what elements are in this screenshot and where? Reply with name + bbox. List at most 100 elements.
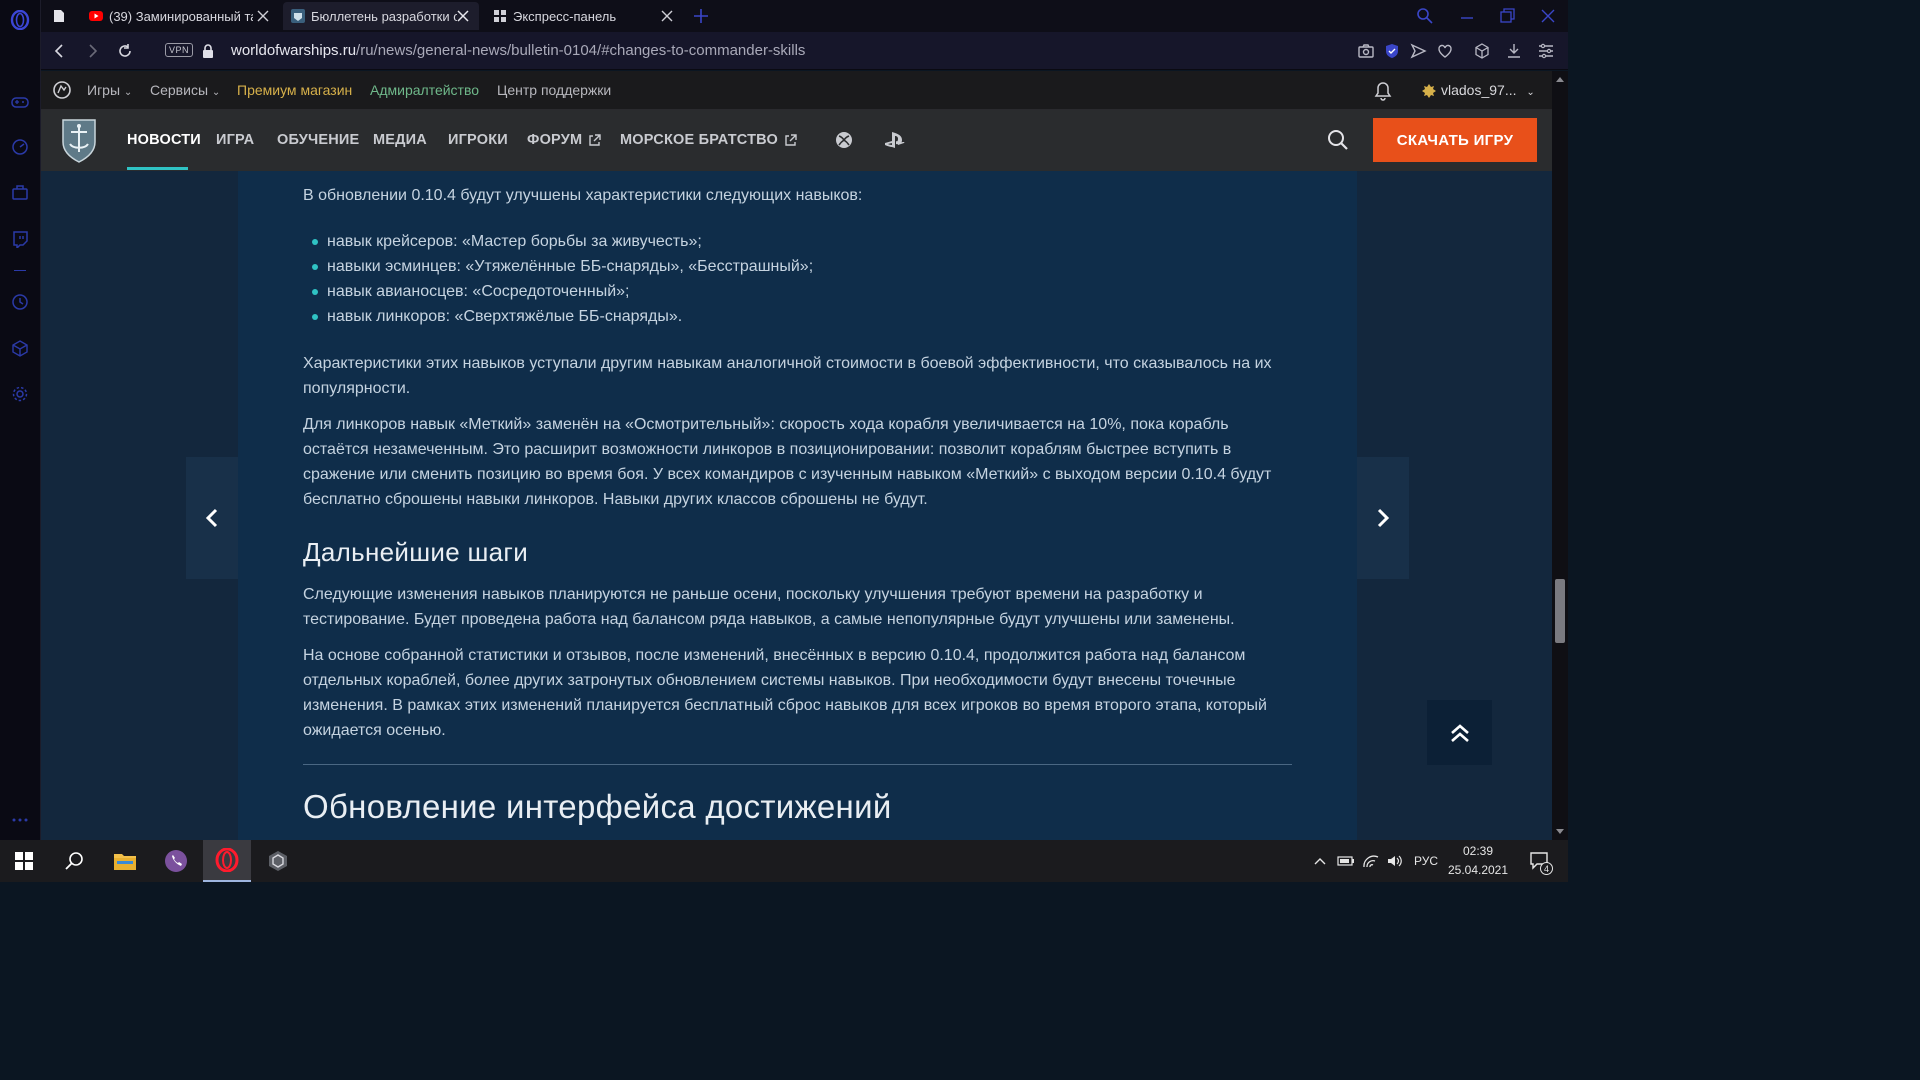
close-tab-icon[interactable] — [455, 8, 471, 24]
language-indicator[interactable]: РУС — [1410, 840, 1442, 882]
lock-icon[interactable] — [201, 43, 215, 59]
paragraph: Для линкоров навык «Меткий» заменён на «… — [303, 416, 1272, 508]
notification-count: 4 — [1540, 862, 1553, 875]
shield-icon[interactable] — [1383, 42, 1401, 60]
restore-icon[interactable] — [1497, 6, 1517, 26]
tab-title: (39) Заминированный таг — [109, 8, 253, 24]
download-icon[interactable] — [1505, 42, 1523, 60]
wifi-icon[interactable] — [1360, 840, 1382, 882]
box-icon[interactable] — [10, 338, 30, 358]
gold-coin-icon — [1421, 83, 1437, 99]
wargaming-logo-icon[interactable] — [53, 81, 71, 99]
nav-media[interactable]: МЕДИА — [373, 132, 427, 148]
page-scrollbar[interactable] — [1552, 71, 1568, 840]
close-tab-icon[interactable] — [659, 8, 675, 24]
scroll-up-icon[interactable] — [1555, 75, 1565, 83]
scroll-down-icon[interactable] — [1555, 828, 1565, 836]
opera-logo-icon[interactable] — [10, 10, 30, 30]
new-tab-icon[interactable] — [691, 6, 711, 26]
chevron-down-icon: ⌄ — [123, 87, 133, 98]
volume-icon[interactable] — [1384, 840, 1406, 882]
main-nav: НОВОСТИ ИГРА ОБУЧЕНИЕ МЕДИА ИГРОКИ ФОРУМ… — [41, 110, 1552, 171]
world-of-warships-logo-icon[interactable] — [59, 116, 99, 164]
start-button[interactable] — [0, 840, 48, 882]
gamepad-icon[interactable] — [10, 92, 30, 112]
opera-icon — [215, 848, 239, 872]
nav-game[interactable]: ИГРА — [216, 132, 254, 148]
user-menu[interactable]: vlados_97... ⌄ — [1441, 82, 1535, 98]
folder-icon — [114, 854, 136, 870]
section-heading: Обновление интерфейса достижений — [303, 788, 892, 825]
nav-learning[interactable]: ОБУЧЕНИЕ — [277, 132, 359, 148]
action-center-button[interactable]: 4 — [1520, 840, 1560, 882]
easy-setup-icon[interactable] — [1537, 42, 1555, 60]
windows-icon — [15, 852, 33, 870]
camera-icon[interactable] — [1357, 42, 1375, 60]
back-icon[interactable] — [51, 42, 69, 60]
search-icon[interactable] — [1327, 129, 1349, 151]
nav-brotherhood-label: МОРСКОЕ БРАТСТВО — [620, 132, 778, 148]
download-game-button[interactable]: СКАЧАТЬ ИГРУ — [1373, 118, 1537, 162]
cube-icon[interactable] — [1473, 42, 1491, 60]
close-tab-icon[interactable] — [255, 8, 271, 24]
tab-youtube[interactable]: (39) Заминированный таг — [81, 2, 279, 30]
close-window-icon[interactable] — [1538, 6, 1558, 26]
bell-icon[interactable] — [1372, 80, 1394, 102]
sidebar-divider — [14, 270, 26, 271]
settings-icon[interactable] — [10, 384, 30, 404]
paragraph: На основе собранной статистики и отзывов… — [303, 647, 1267, 739]
battery-icon[interactable] — [1334, 840, 1358, 882]
nav-brotherhood[interactable]: МОРСКОЕ БРАТСТВО — [620, 132, 797, 148]
games-menu[interactable]: Игры ⌄ — [87, 82, 132, 98]
tab-file[interactable] — [45, 2, 79, 30]
tab-bulletin[interactable]: Бюллетень разработки об — [283, 2, 479, 30]
clock-time: 02:39 — [1462, 844, 1494, 858]
url-field[interactable]: worldofwarships.ru/ru/news/general-news/… — [231, 42, 805, 59]
clock[interactable]: 02:39 25.04.2021 — [1446, 840, 1510, 882]
admiralty-link[interactable]: Адмиралтейство — [370, 82, 479, 98]
search-tabs-icon[interactable] — [1415, 6, 1435, 26]
nav-forum[interactable]: ФОРУМ — [527, 132, 601, 148]
chevron-up-icon[interactable] — [1310, 840, 1330, 882]
speedometer-icon[interactable] — [10, 137, 30, 157]
viber-icon — [165, 850, 187, 872]
warships-icon — [291, 9, 305, 23]
taskbar-opera[interactable] — [203, 840, 251, 882]
file-icon — [54, 10, 64, 22]
taskbar-wgc[interactable] — [254, 840, 302, 882]
heart-icon[interactable] — [1436, 42, 1454, 60]
chevron-left-icon — [205, 508, 218, 528]
windows-taskbar: РУС 02:39 25.04.2021 4 — [0, 840, 1568, 882]
external-link-icon — [589, 133, 601, 146]
twitch-icon[interactable] — [10, 229, 30, 249]
scroll-to-top-button[interactable] — [1427, 700, 1492, 765]
taskbar-explorer[interactable] — [101, 840, 149, 882]
support-link[interactable]: Центр поддержки — [497, 82, 611, 98]
minimize-icon[interactable] — [1457, 6, 1477, 26]
scrollbar-thumb[interactable] — [1555, 579, 1565, 643]
more-icon[interactable] — [10, 810, 30, 830]
tab-speed-dial[interactable]: Экспресс-панель — [485, 2, 683, 30]
address-bar: VPN worldofwarships.ru/ru/news/general-n… — [41, 32, 1568, 70]
active-nav-underline — [127, 167, 188, 170]
playstation-icon[interactable] — [884, 131, 906, 149]
youtube-icon — [89, 9, 103, 23]
forward-icon[interactable] — [83, 42, 101, 60]
taskbar-viber[interactable] — [152, 840, 200, 882]
nav-players[interactable]: ИГРОКИ — [448, 132, 508, 148]
search-button[interactable] — [50, 840, 98, 882]
tab-title: Бюллетень разработки об — [311, 8, 457, 24]
intro-paragraph: В обновлении 0.10.4 будут улучшены харак… — [303, 187, 863, 204]
skills-list: навык крейсеров: «Мастер борьбы за живуч… — [303, 229, 813, 329]
premium-shop-link[interactable]: Премиум магазин — [237, 82, 352, 98]
vpn-badge[interactable]: VPN — [165, 43, 194, 57]
prev-article-button[interactable] — [186, 457, 238, 579]
nav-news[interactable]: НОВОСТИ — [127, 132, 201, 148]
services-menu[interactable]: Сервисы ⌄ — [150, 82, 220, 98]
history-icon[interactable] — [10, 292, 30, 312]
xbox-icon[interactable] — [835, 131, 853, 149]
next-article-button[interactable] — [1357, 457, 1409, 579]
reload-icon[interactable] — [116, 42, 134, 60]
send-icon[interactable] — [1409, 42, 1427, 60]
twitch-like-icon[interactable] — [10, 183, 30, 203]
